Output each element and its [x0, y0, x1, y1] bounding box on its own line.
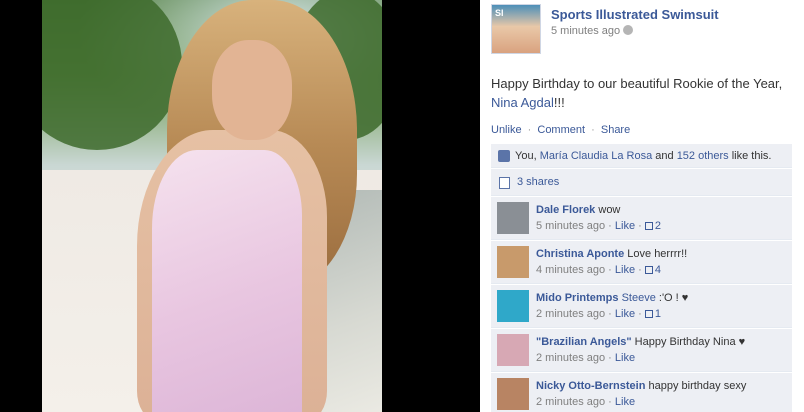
- post-timestamp[interactable]: 5 minutes ago: [551, 25, 634, 37]
- avatar-text: SI: [495, 8, 504, 18]
- post-time-text[interactable]: 5 minutes ago: [551, 25, 620, 37]
- commenter-avatar[interactable]: [497, 246, 529, 278]
- comment-link[interactable]: Comment: [537, 124, 585, 136]
- comment-meta: 2 minutes ago · Like: [536, 352, 636, 364]
- likes-and: and: [655, 150, 674, 162]
- post-actions: Unlike · Comment · Share: [491, 124, 630, 136]
- commenter-avatar[interactable]: [497, 202, 529, 234]
- action-separator: ·: [591, 124, 595, 136]
- comment-meta: 4 minutes ago · Like · 4: [536, 264, 661, 276]
- commenter-name-link[interactable]: Mido Printemps: [536, 292, 619, 304]
- thumbs-up-icon: [644, 310, 653, 318]
- feedback-box: You, María Claudia La Rosa and 152 other…: [491, 144, 792, 412]
- liker-name-link[interactable]: María Claudia La Rosa: [540, 150, 653, 162]
- comment-item: Mido Printemps Steeve :'O ! ♥ 2 minutes …: [491, 285, 792, 328]
- commenter-name-link[interactable]: Dale Florek: [536, 204, 595, 216]
- photo-face: [212, 40, 292, 140]
- mention-link[interactable]: Steeve: [622, 292, 656, 304]
- photo-shirt: [152, 150, 302, 412]
- unlike-link[interactable]: Unlike: [491, 124, 522, 136]
- commenter-avatar[interactable]: [497, 334, 529, 366]
- comment-like-number: 1: [654, 308, 661, 320]
- commenter-name-link[interactable]: Christina Aponte: [536, 248, 624, 260]
- comment-like-count[interactable]: 2: [644, 220, 661, 232]
- comment-time[interactable]: 5 minutes ago: [536, 220, 605, 232]
- comment-text: Happy Birthday Nina ♥: [634, 336, 746, 348]
- comment-body: "Brazilian Angels" Happy Birthday Nina ♥…: [536, 336, 745, 364]
- comment-like-count[interactable]: 1: [644, 308, 661, 320]
- likes-you: You,: [515, 150, 537, 162]
- post-text-suffix: !!!: [553, 95, 565, 110]
- comment-like-number: 4: [654, 264, 661, 276]
- comment-body: Mido Printemps Steeve :'O ! ♥ 2 minutes …: [536, 292, 688, 320]
- globe-icon: [623, 25, 634, 35]
- thumbs-up-icon: [498, 150, 510, 162]
- page-avatar[interactable]: SI: [491, 4, 541, 54]
- comment-item: Christina Aponte Love herrrr!! 4 minutes…: [491, 241, 792, 284]
- likes-row: You, María Claudia La Rosa and 152 other…: [491, 144, 792, 168]
- comment-like-count[interactable]: 4: [644, 264, 661, 276]
- comment-text: :'O ! ♥: [655, 292, 689, 304]
- comment-like-link[interactable]: Like: [615, 308, 635, 320]
- comment-time[interactable]: 4 minutes ago: [536, 264, 605, 276]
- comment-item: Nicky Otto-Bernstein happy birthday sexy…: [491, 373, 792, 412]
- comment-time[interactable]: 2 minutes ago: [536, 308, 605, 320]
- shares-row: 3 shares: [491, 169, 792, 196]
- share-link[interactable]: Share: [601, 124, 630, 136]
- comment-like-link[interactable]: Like: [615, 220, 635, 232]
- comment-meta: 2 minutes ago · Like: [536, 396, 636, 408]
- comment-text: wow: [598, 204, 621, 216]
- photo-stage: [0, 0, 480, 412]
- commenter-avatar[interactable]: [497, 378, 529, 410]
- likes-others-link[interactable]: 152 others: [677, 150, 729, 162]
- post-text-prefix: Happy Birthday to our beautiful Rookie o…: [491, 76, 783, 91]
- share-icon: [499, 177, 510, 189]
- comment-body: Dale Florek wow 5 minutes ago · Like · 2: [536, 204, 661, 232]
- commenter-name-link[interactable]: "Brazilian Angels": [536, 336, 632, 348]
- comment-text: happy birthday sexy: [648, 380, 747, 392]
- post-panel: SI Sports Illustrated Swimsuit 5 minutes…: [480, 0, 804, 412]
- page-name-link[interactable]: Sports Illustrated Swimsuit: [551, 7, 719, 22]
- post-text: Happy Birthday to our beautiful Rookie o…: [491, 74, 801, 112]
- comment-text: Love herrrr!!: [627, 248, 688, 260]
- thumbs-up-icon: [644, 222, 653, 230]
- tagged-name-link[interactable]: Nina Agdal: [491, 95, 554, 110]
- comment-item: Dale Florek wow 5 minutes ago · Like · 2: [491, 197, 792, 240]
- action-separator: ·: [527, 124, 532, 136]
- shares-link[interactable]: 3 shares: [517, 176, 559, 188]
- thumbs-up-icon: [644, 266, 653, 274]
- comment-like-link[interactable]: Like: [615, 396, 635, 408]
- post-photo[interactable]: [42, 0, 382, 412]
- comment-time[interactable]: 2 minutes ago: [536, 352, 605, 364]
- comment-item: "Brazilian Angels" Happy Birthday Nina ♥…: [491, 329, 792, 372]
- comment-meta: 5 minutes ago · Like · 2: [536, 220, 661, 232]
- comment-meta: 2 minutes ago · Like · 1: [536, 308, 661, 320]
- commenter-avatar[interactable]: [497, 290, 529, 322]
- comment-like-link[interactable]: Like: [615, 264, 635, 276]
- comment-body: Nicky Otto-Bernstein happy birthday sexy…: [536, 380, 746, 408]
- commenter-name-link[interactable]: Nicky Otto-Bernstein: [536, 380, 645, 392]
- likes-suffix: like this.: [731, 150, 772, 162]
- comment-time[interactable]: 2 minutes ago: [536, 396, 605, 408]
- comment-body: Christina Aponte Love herrrr!! 4 minutes…: [536, 248, 687, 276]
- comment-like-number: 2: [654, 220, 661, 232]
- comment-like-link[interactable]: Like: [615, 352, 635, 364]
